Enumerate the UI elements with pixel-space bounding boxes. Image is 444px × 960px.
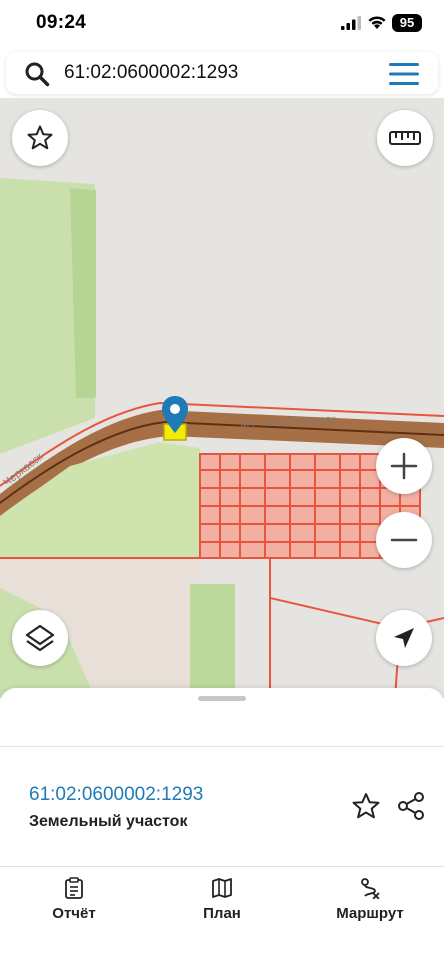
location-pin-icon[interactable] [160,395,190,435]
zoom-out-button[interactable] [376,512,432,568]
locate-arrow-icon [394,628,414,648]
star-icon[interactable] [351,791,381,821]
favorite-star-icon [27,125,53,150]
layers-icon [25,624,55,652]
map-view[interactable]: М4 - Новочеркасск Черкасск [0,98,444,698]
search-bar [6,52,438,94]
tab-plan[interactable]: План [162,877,282,922]
status-bar: 09:24 95 [0,0,444,46]
report-clipboard-icon [65,877,83,899]
ruler-button[interactable] [377,110,433,166]
tab-route-label: Маршрут [336,905,404,922]
map-canvas[interactable] [0,98,444,698]
status-time: 09:24 [36,12,87,33]
tab-report[interactable]: Отчёт [14,877,134,922]
tab-report-label: Отчёт [52,905,96,922]
sheet-drag-handle[interactable] [198,696,246,701]
tab-route[interactable]: Маршрут [310,877,430,922]
zoom-out-icon [390,538,418,542]
parcel-type: Земельный участок [29,813,188,830]
locate-button[interactable] [376,610,432,666]
search-icon[interactable] [24,61,50,87]
bottom-sheet[interactable]: 61:02:0600002:1293 Земельный участок [0,688,444,868]
route-icon [361,878,380,899]
layers-button[interactable] [12,610,68,666]
search-input[interactable] [64,54,364,92]
signal-icon [341,16,361,30]
tab-plan-label: План [203,905,241,922]
share-icon[interactable] [396,791,426,821]
favorite-map-button[interactable] [12,110,68,166]
sheet-divider [0,746,444,747]
parcel-number[interactable]: 61:02:0600002:1293 [29,784,203,806]
zoom-in-button[interactable] [376,438,432,494]
tab-bar: Отчёт План Маршрут [0,866,444,960]
ruler-icon [389,131,421,145]
map-plan-icon [212,878,232,898]
battery-icon: 95 [392,14,422,32]
wifi-icon [368,16,386,29]
menu-icon[interactable] [388,62,420,86]
zoom-in-icon [390,452,418,480]
